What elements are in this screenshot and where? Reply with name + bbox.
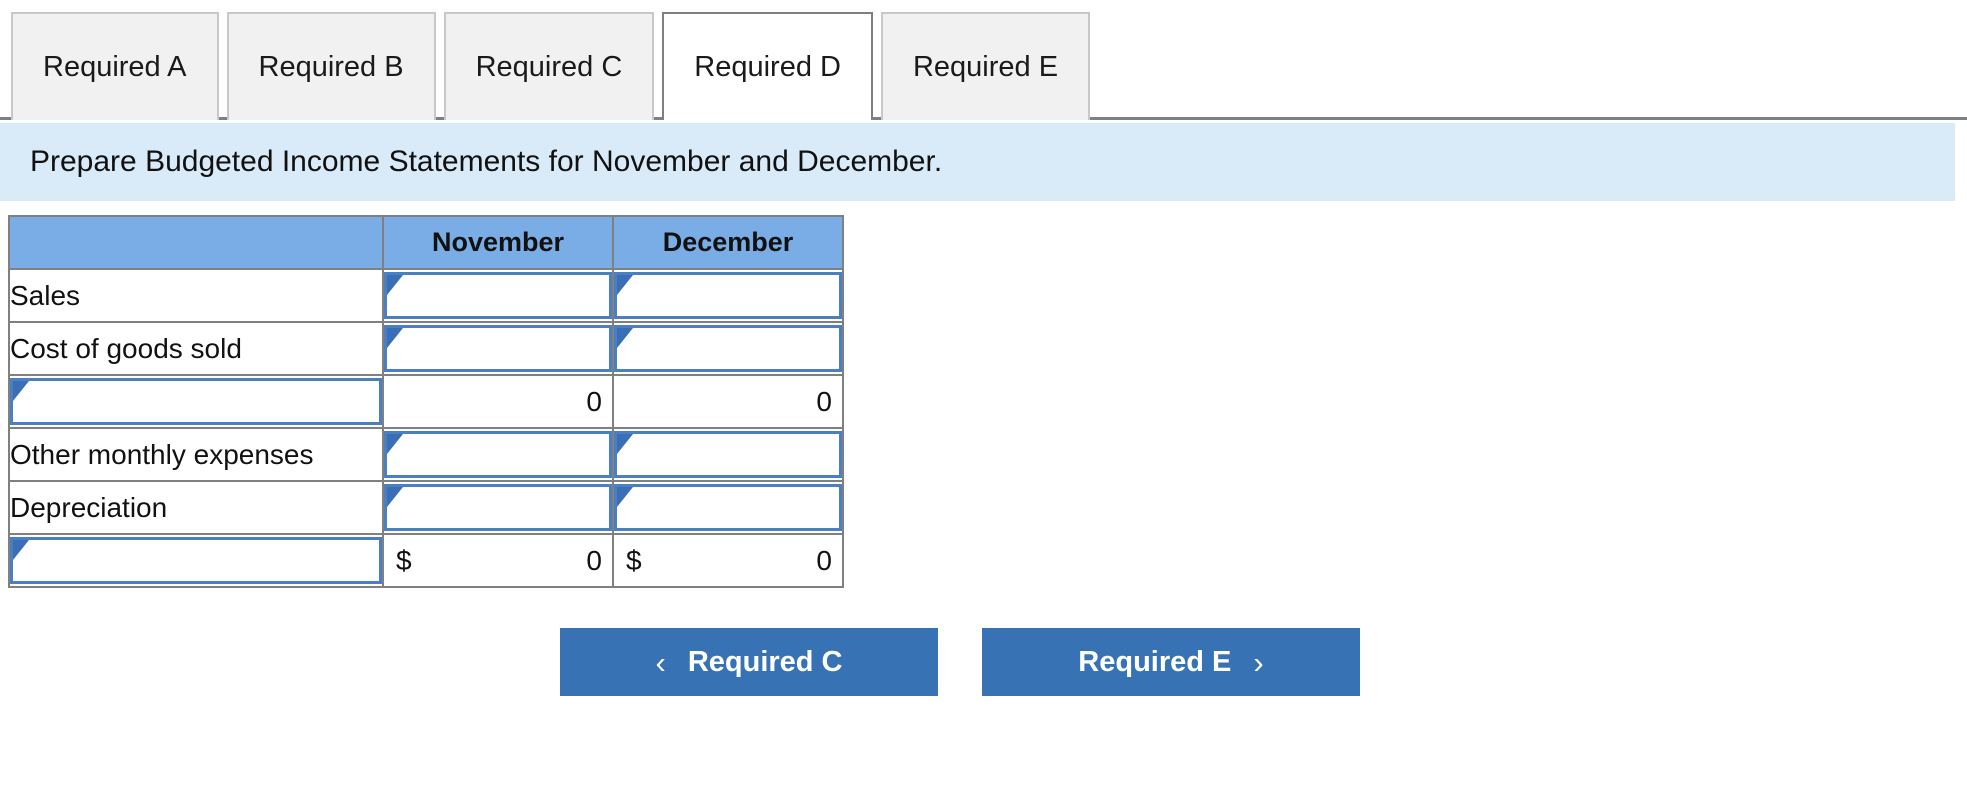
row-label: Cost of goods sold — [8, 321, 384, 376]
table-row: 00 — [8, 374, 844, 429]
december-3-input[interactable] — [614, 431, 842, 478]
november-computed-value: $0 — [382, 533, 614, 588]
row-label-select-2-cell — [8, 374, 384, 429]
header-cell-november: November — [382, 215, 614, 270]
table-row: Sales — [8, 268, 844, 323]
tab-label: Required B — [258, 50, 404, 83]
table-row: Cost of goods sold — [8, 321, 844, 376]
december-4-input[interactable] — [614, 484, 842, 531]
value-text: 0 — [586, 544, 602, 576]
december-3-cell — [612, 427, 844, 482]
tab-required-c[interactable]: Required C — [443, 12, 655, 120]
table-head: November December — [8, 215, 844, 270]
value-text: 0 — [816, 385, 832, 417]
table-row: Depreciation — [8, 480, 844, 535]
prev-button-label: Required C — [687, 645, 843, 678]
november-1-input[interactable] — [384, 325, 612, 372]
december-0-input[interactable] — [614, 272, 842, 319]
december-computed-value: $0 — [612, 533, 844, 588]
november-1-cell — [382, 321, 614, 376]
tab-label: Required C — [475, 50, 623, 83]
tab-label: Required E — [912, 50, 1059, 83]
row-label-select-2-input[interactable] — [10, 378, 382, 425]
november-4-cell — [382, 480, 614, 535]
instruction-text: Prepare Budgeted Income Statements for N… — [30, 145, 943, 178]
dropdown-marker-icon — [617, 434, 633, 454]
november-computed-value: 0 — [382, 374, 614, 429]
budget-table-wrap: November December Sales Cost of goods sold… — [0, 201, 1967, 588]
budgeted-income-statement-table: November December Sales Cost of goods sold… — [8, 215, 844, 588]
november-3-input[interactable] — [384, 431, 612, 478]
row-label-select-5-input[interactable] — [10, 537, 382, 584]
header-cell-december: December — [612, 215, 844, 270]
prev-required-c-button[interactable]: ‹ Required C — [560, 628, 938, 696]
tab-label: Required A — [43, 50, 187, 83]
tab-strip: Required A Required B Required C Required D… — [0, 0, 1967, 123]
december-computed-value: 0 — [612, 374, 844, 429]
row-label-select-5-cell — [8, 533, 384, 588]
table-row: Other monthly expenses — [8, 427, 844, 482]
dropdown-marker-icon — [387, 434, 403, 454]
tab-label: Required D — [694, 50, 841, 83]
dropdown-marker-icon — [387, 328, 403, 348]
december-4-cell — [612, 480, 844, 535]
currency-symbol: $ — [626, 544, 642, 576]
navigation-row: ‹ Required C Required E › — [0, 628, 1967, 696]
next-required-e-button[interactable]: Required E › — [982, 628, 1360, 696]
tab-required-d[interactable]: Required D — [662, 12, 873, 123]
table-row: $0 $0 — [8, 533, 844, 588]
instruction-banner: Prepare Budgeted Income Statements for N… — [0, 123, 1955, 201]
table-body: Sales Cost of goods sold 0 0 Other monthly e… — [8, 268, 844, 588]
tab-required-b[interactable]: Required B — [226, 12, 436, 120]
next-button-label: Required E — [1078, 645, 1232, 678]
dropdown-marker-icon — [617, 328, 633, 348]
dropdown-marker-icon — [617, 487, 633, 507]
row-label: Other monthly expenses — [8, 427, 384, 482]
december-0-cell — [612, 268, 844, 323]
row-label: Sales — [8, 268, 384, 323]
dropdown-marker-icon — [387, 275, 403, 295]
value-text: 0 — [816, 544, 832, 576]
dropdown-marker-icon — [387, 487, 403, 507]
currency-symbol: $ — [396, 544, 412, 576]
december-1-cell — [612, 321, 844, 376]
value-text: 0 — [586, 385, 602, 417]
dropdown-marker-icon — [617, 275, 633, 295]
november-0-cell — [382, 268, 614, 323]
november-0-input[interactable] — [384, 272, 612, 319]
november-3-cell — [382, 427, 614, 482]
chevron-right-icon: › — [1253, 644, 1264, 680]
row-label: Depreciation — [8, 480, 384, 535]
header-cell-blank — [8, 215, 384, 270]
tab-required-a[interactable]: Required A — [11, 12, 219, 120]
chevron-left-icon: ‹ — [655, 644, 666, 680]
dropdown-marker-icon — [13, 381, 29, 401]
december-1-input[interactable] — [614, 325, 842, 372]
november-4-input[interactable] — [384, 484, 612, 531]
tab-required-e[interactable]: Required E — [880, 12, 1091, 120]
table-header-row: November December — [8, 215, 844, 270]
dropdown-marker-icon — [13, 540, 29, 560]
